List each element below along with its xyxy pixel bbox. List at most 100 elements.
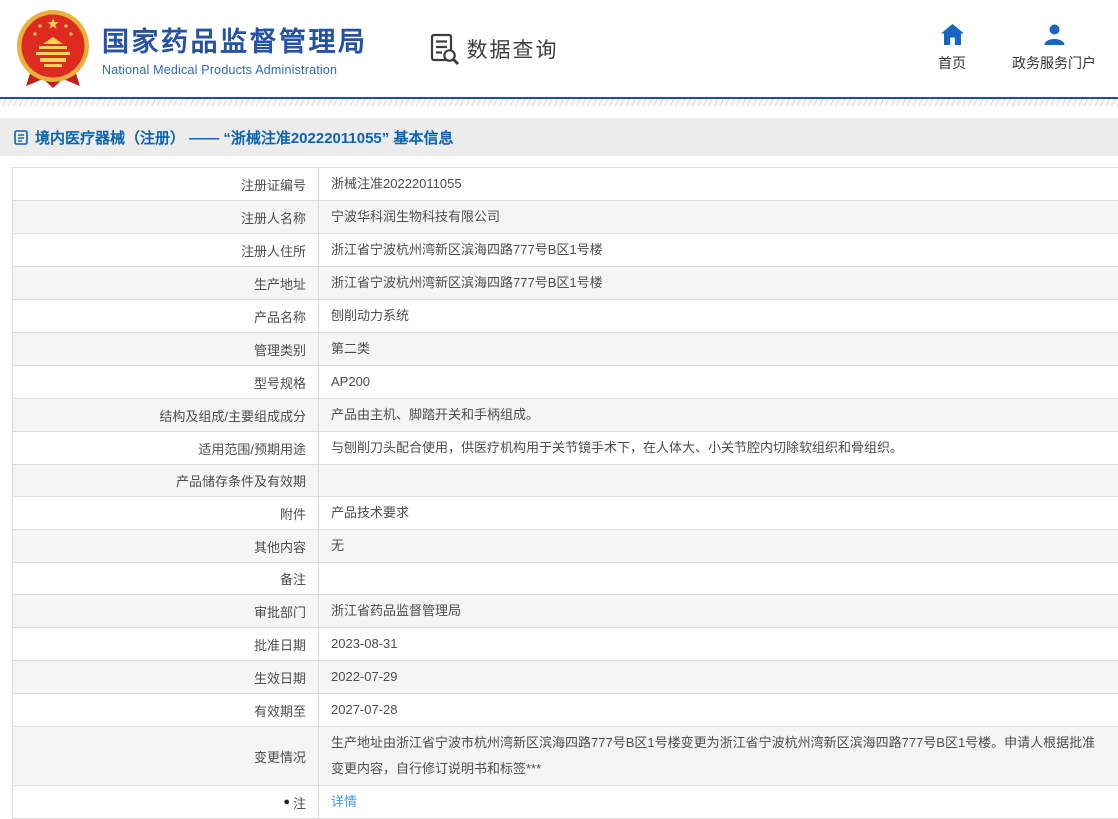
row-label-text: 型号规格 xyxy=(253,375,306,391)
top-nav: 首页 政务服务门户 xyxy=(938,24,1096,73)
page-title: 境内医疗器械（注册） —— “浙械注准20222011055” 基本信息 xyxy=(35,129,454,147)
row-value: 2023-08-31 xyxy=(319,628,1118,660)
table-row: 生效日期 2022-07-29 xyxy=(13,661,1118,694)
row-value: 产品技术要求 xyxy=(319,497,1118,529)
row-value-text: 生产地址由浙江省宁波市杭州湾新区滨海四路777号B区1号楼变更为浙江省宁波杭州湾… xyxy=(331,735,1096,776)
table-row: 注册人住所 浙江省宁波杭州湾新区滨海四路777号B区1号楼 xyxy=(13,234,1118,267)
row-label: 注册证编号 xyxy=(13,168,319,200)
site-title-cn: 国家药品监督管理局 xyxy=(102,27,368,57)
row-label: 备注 xyxy=(13,563,319,594)
table-row: 附件 产品技术要求 xyxy=(13,497,1118,530)
nav-home[interactable]: 首页 xyxy=(938,24,966,73)
row-value-text: 与刨削刀头配合使用，供医疗机构用于关节镜手术下，在人体大、小关节腔内切除软组织和… xyxy=(331,440,904,455)
row-label-text: 有效期至 xyxy=(253,703,306,719)
row-value: 宁波华科润生物科技有限公司 xyxy=(319,201,1118,233)
row-label: 变更情况 xyxy=(13,727,319,785)
row-label-text: 变更情况 xyxy=(253,749,306,765)
table-row: 注册人名称 宁波华科润生物科技有限公司 xyxy=(13,201,1118,234)
decorative-stripe-band xyxy=(0,99,1118,106)
document-icon xyxy=(14,129,28,145)
document-search-icon xyxy=(430,33,459,65)
row-value-text: 刨削动力系统 xyxy=(331,308,410,323)
row-value-text: 浙江省宁波杭州湾新区滨海四路777号B区1号楼 xyxy=(331,275,603,290)
details-link[interactable]: 详情 xyxy=(331,789,357,815)
table-row: 有效期至 2027-07-28 xyxy=(13,694,1118,727)
row-label: 注册人住所 xyxy=(13,234,319,266)
info-table: 注册证编号 浙械注准20222011055 注册人名称 宁波华科润生物科技有限公司 注册… xyxy=(12,167,1118,819)
row-value-text: 无 xyxy=(331,538,345,553)
row-label: 产品名称 xyxy=(13,300,319,332)
table-row: 注册证编号 浙械注准20222011055 xyxy=(13,168,1118,201)
row-label: 产品储存条件及有效期 xyxy=(13,465,319,496)
site-title-en: National Medical Products Administration xyxy=(102,63,338,77)
table-row: 变更情况 生产地址由浙江省宁波市杭州湾新区滨海四路777号B区1号楼变更为浙江省宁… xyxy=(13,727,1118,786)
row-value xyxy=(319,563,1118,594)
row-value-text: 浙江省药品监督管理局 xyxy=(331,603,462,618)
row-value: 浙械注准20222011055 xyxy=(319,168,1118,200)
row-label-text: 备注 xyxy=(279,572,306,587)
row-label-text: 管理类别 xyxy=(253,342,306,358)
row-label: 型号规格 xyxy=(13,366,319,398)
row-label-text: 注 xyxy=(292,795,306,811)
row-label-text: 生产地址 xyxy=(253,276,306,292)
row-label: 有效期至 xyxy=(13,694,319,726)
row-label: 其他内容 xyxy=(13,530,319,562)
row-label: 生产地址 xyxy=(13,267,319,299)
row-value: 浙江省药品监督管理局 xyxy=(319,595,1118,627)
row-value: 第二类 xyxy=(319,333,1118,365)
row-value: 刨削动力系统 xyxy=(319,300,1118,332)
row-label: 结构及组成/主要组成成分 xyxy=(13,399,319,431)
row-label-text: 产品储存条件及有效期 xyxy=(175,474,306,489)
table-row: 型号规格 AP200 xyxy=(13,366,1118,399)
row-label-text: 审批部门 xyxy=(253,604,306,620)
row-value: 产品由主机、脚踏开关和手柄组成。 xyxy=(319,399,1118,431)
row-value: 详情 xyxy=(319,786,1118,818)
row-value-text: 浙江省宁波杭州湾新区滨海四路777号B区1号楼 xyxy=(331,242,603,257)
row-value-text: 2023-08-31 xyxy=(331,636,398,651)
nav-portal-label: 政务服务门户 xyxy=(1012,55,1096,71)
table-row: 结构及组成/主要组成成分 产品由主机、脚踏开关和手柄组成。 xyxy=(13,399,1118,432)
row-value: 2022-07-29 xyxy=(319,661,1118,693)
table-row: 管理类别 第二类 xyxy=(13,333,1118,366)
table-row: 产品名称 刨削动力系统 xyxy=(13,300,1118,333)
table-row: 其他内容 无 xyxy=(13,530,1118,563)
data-query-section[interactable]: 数据查询 xyxy=(430,33,559,65)
row-label-text: 其他内容 xyxy=(253,539,306,555)
row-label: 批准日期 xyxy=(13,628,319,660)
row-label: 附件 xyxy=(13,497,319,529)
row-value-text: AP200 xyxy=(331,374,371,389)
row-label: 适用范围/预期用途 xyxy=(13,432,319,464)
row-value-text: 产品技术要求 xyxy=(331,505,410,520)
row-label-text: 附件 xyxy=(279,506,306,522)
row-label-text: 注册人住所 xyxy=(240,243,306,259)
row-value-text: 第二类 xyxy=(331,341,371,356)
row-label: 生效日期 xyxy=(13,661,319,693)
table-row: 生产地址 浙江省宁波杭州湾新区滨海四路777号B区1号楼 xyxy=(13,267,1118,300)
row-value: 浙江省宁波杭州湾新区滨海四路777号B区1号楼 xyxy=(319,267,1118,299)
page-title-bar: 境内医疗器械（注册） —— “浙械注准20222011055” 基本信息 xyxy=(0,118,1118,156)
table-row: 审批部门 浙江省药品监督管理局 xyxy=(13,595,1118,628)
row-value: 浙江省宁波杭州湾新区滨海四路777号B区1号楼 xyxy=(319,234,1118,266)
row-label-text: 注册人名称 xyxy=(240,210,306,226)
row-label: 审批部门 xyxy=(13,595,319,627)
row-label-text: 适用范围/预期用途 xyxy=(198,441,306,457)
row-value-text: 浙械注准20222011055 xyxy=(331,176,462,191)
row-value-text: 产品由主机、脚踏开关和手柄组成。 xyxy=(331,407,540,422)
data-query-label: 数据查询 xyxy=(466,38,559,62)
home-icon xyxy=(940,24,964,45)
row-value: 与刨削刀头配合使用，供医疗机构用于关节镜手术下，在人体大、小关节腔内切除软组织和… xyxy=(319,432,1118,464)
row-value: AP200 xyxy=(319,366,1118,398)
row-label-text: 注册证编号 xyxy=(240,177,306,193)
row-label-text: 生效日期 xyxy=(253,670,306,686)
row-label-text: 产品名称 xyxy=(253,309,306,325)
row-value-text: 宁波华科润生物科技有限公司 xyxy=(331,209,501,224)
row-value: 2027-07-28 xyxy=(319,694,1118,726)
nav-portal[interactable]: 政务服务门户 xyxy=(1012,24,1096,73)
table-row: 批准日期 2023-08-31 xyxy=(13,628,1118,661)
table-row: 产品储存条件及有效期 xyxy=(13,465,1118,497)
site-header: 国家药品监督管理局 National Medical Products Admi… xyxy=(0,0,1118,97)
row-value: 无 xyxy=(319,530,1118,562)
nav-home-label: 首页 xyxy=(938,55,966,71)
row-label-text: 批准日期 xyxy=(253,637,306,653)
nmpa-logo[interactable]: 国家药品监督管理局 National Medical Products Admi… xyxy=(14,8,368,90)
